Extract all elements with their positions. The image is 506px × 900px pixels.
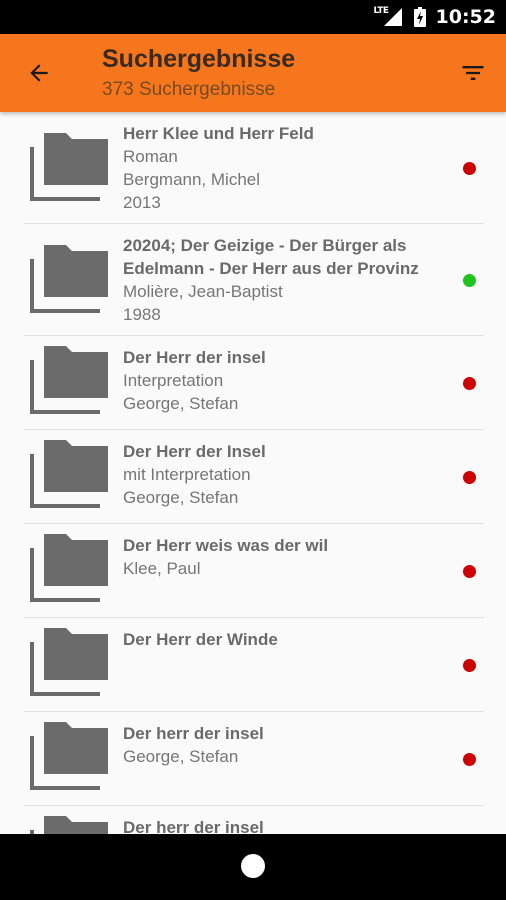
lte-signal-icon: LTE	[374, 6, 404, 28]
result-detail: Roman	[123, 147, 178, 166]
folder-stack-icon	[30, 628, 108, 696]
status-icons: LTE 10:52	[374, 0, 496, 34]
result-text: Der Herr der Insel mit Interpretation Geor…	[123, 440, 453, 509]
result-text: Der Herr der Winde	[123, 628, 453, 651]
result-detail: mit Interpretation	[123, 465, 251, 484]
result-text: Der herr der insel George, Stefan	[123, 722, 453, 768]
result-item[interactable]: Der Herr der Winde	[0, 618, 506, 712]
result-title: Der herr der insel	[123, 818, 264, 834]
availability-status-dot	[463, 162, 476, 175]
result-detail: Bergmann, Michel	[123, 170, 261, 189]
folder-stack-icon	[30, 722, 108, 790]
arrow-back-icon	[30, 64, 48, 82]
result-item[interactable]: Der Herr weis was der wil Klee, Paul	[0, 524, 506, 618]
back-button[interactable]	[24, 58, 54, 88]
result-list[interactable]: Herr Klee und Herr Feld Roman Bergmann, Mi…	[0, 112, 506, 834]
result-item[interactable]: Der Herr der insel Interpretation George, …	[0, 336, 506, 430]
availability-status-dot	[463, 659, 476, 672]
availability-status-dot	[463, 377, 476, 390]
result-title: Der Herr der Insel	[123, 442, 266, 461]
result-item[interactable]: Herr Klee und Herr Feld Roman Bergmann, Mi…	[0, 112, 506, 224]
status-bar: LTE 10:52	[0, 0, 506, 34]
availability-status-dot	[463, 471, 476, 484]
result-title: Der Herr der Winde	[123, 630, 278, 649]
filter-list-icon	[462, 66, 484, 80]
result-detail: Molière, Jean-Baptist	[123, 282, 283, 301]
result-text: 20204; Der Geizige - Der Bürger als Edel…	[123, 234, 453, 326]
result-detail: 2013	[123, 193, 161, 212]
folder-stack-icon	[30, 245, 108, 313]
result-detail: George, Stefan	[123, 488, 239, 507]
folder-stack-icon	[30, 440, 108, 508]
home-button[interactable]	[241, 854, 265, 878]
result-text: Der Herr der insel Interpretation George, …	[123, 346, 453, 415]
filter-button[interactable]	[458, 58, 488, 88]
result-title: Der Herr der insel	[123, 348, 266, 367]
result-text: Der herr der insel	[123, 816, 453, 834]
result-title: Der herr der insel	[123, 724, 264, 743]
availability-status-dot	[463, 274, 476, 287]
result-item[interactable]: 20204; Der Geizige - Der Bürger als Edel…	[0, 224, 506, 336]
result-detail: George, Stefan	[123, 394, 239, 413]
result-text: Herr Klee und Herr Feld Roman Bergmann, Mi…	[123, 122, 453, 214]
result-item[interactable]: Der Herr der Insel mit Interpretation Geor…	[0, 430, 506, 524]
result-item[interactable]: Der herr der insel	[0, 806, 506, 834]
folder-stack-icon	[30, 133, 108, 201]
folder-stack-icon	[30, 534, 108, 602]
result-detail: 1988	[123, 305, 161, 324]
battery-icon	[413, 7, 426, 27]
availability-status-dot	[463, 565, 476, 578]
clock: 10:52	[435, 6, 496, 28]
result-title: Herr Klee und Herr Feld	[123, 124, 314, 143]
availability-status-dot	[463, 753, 476, 766]
result-title: Der Herr weis was der wil	[123, 536, 329, 555]
result-text: Der Herr weis was der wil Klee, Paul	[123, 534, 453, 580]
result-detail: Klee, Paul	[123, 559, 201, 578]
result-title: 20204; Der Geizige - Der Bürger als Edel…	[123, 236, 419, 278]
title-block: Suchergebnisse 373 Suchergebnisse	[102, 44, 295, 103]
result-item[interactable]: Der herr der insel George, Stefan	[0, 712, 506, 806]
folder-stack-icon	[30, 346, 108, 414]
result-detail: George, Stefan	[123, 747, 239, 766]
page-title: Suchergebnisse	[102, 45, 296, 73]
result-count: 373 Suchergebnisse	[102, 79, 276, 100]
result-detail: Interpretation	[123, 371, 224, 390]
navigation-bar	[0, 834, 506, 900]
folder-stack-icon	[30, 816, 108, 834]
app-bar: Suchergebnisse 373 Suchergebnisse	[0, 34, 506, 112]
